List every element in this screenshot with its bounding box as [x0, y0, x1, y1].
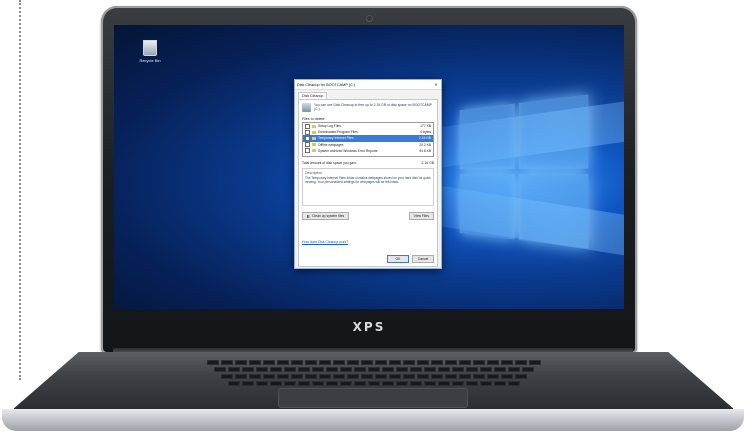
webcam [367, 16, 372, 21]
file-size: 94.8 KB [419, 148, 431, 153]
xps-logo: XPS [352, 320, 386, 334]
recycle-bin-icon [143, 40, 157, 56]
file-name: System archived Windows Error Reports [318, 148, 378, 153]
clean-up-system-files-button[interactable]: Clean up system files [302, 212, 350, 220]
disk-cleanup-dialog: Disk Cleanup for BOOTCAMP (C:) ✕ Disk Cl… [294, 79, 442, 269]
ok-button[interactable]: OK [387, 255, 409, 263]
description-title: Description [305, 171, 322, 175]
dialog-titlebar[interactable]: Disk Cleanup for BOOTCAMP (C:) ✕ [295, 80, 441, 90]
description-text: The Temporary Internet Files folder cont… [305, 176, 431, 184]
laptop-lid: Recycle Bin Disk Cleanup for BOOTCAMP (C… [101, 6, 637, 354]
folder-icon [312, 149, 316, 153]
total-space-row: Total amount of disk space you gain: 2.1… [302, 161, 434, 165]
laptop-screen: Recycle Bin Disk Cleanup for BOOTCAMP (C… [114, 25, 624, 309]
files-list[interactable]: Setup Log Files 177 KB Downloaded Progra… [302, 122, 434, 157]
files-to-delete-label: Files to delete: [302, 117, 326, 121]
total-space-value: 2.16 GB [421, 161, 434, 165]
laptop-base-front-edge [2, 409, 744, 431]
recycle-bin-label: Recycle Bin [139, 58, 161, 63]
folder-icon [312, 130, 316, 134]
file-checkbox[interactable] [305, 148, 310, 154]
cancel-label: Cancel [417, 257, 429, 261]
close-icon[interactable]: ✕ [433, 82, 439, 87]
tab-disk-cleanup[interactable]: Disk Cleanup [298, 92, 328, 99]
folder-icon [312, 136, 316, 140]
file-size: 177 KB [420, 124, 431, 129]
dialog-panel: You can use Disk Cleanup to free up to 2… [298, 99, 438, 267]
shield-icon [307, 214, 310, 218]
list-item[interactable]: System archived Windows Error Reports 94… [303, 148, 433, 154]
folder-icon [312, 143, 316, 147]
file-name: Temporary Internet Files [318, 136, 354, 141]
file-checkbox[interactable] [305, 123, 310, 129]
total-space-label: Total amount of disk space you gain: [302, 161, 357, 165]
view-files-label: View Files [413, 214, 429, 218]
file-size: 0 bytes [420, 130, 431, 135]
folder-icon [312, 124, 316, 128]
file-checkbox[interactable] [305, 142, 310, 148]
dialog-title: Disk Cleanup for BOOTCAMP (C:) [297, 82, 356, 87]
desktop-icon-recycle-bin[interactable]: Recycle Bin [130, 40, 170, 63]
laptop-trackpad [278, 388, 468, 408]
file-size: 2.15 GB [418, 136, 431, 141]
file-checkbox[interactable] [305, 135, 310, 141]
laptop-keyboard [150, 360, 598, 388]
description-group: Description The Temporary Internet Files… [302, 168, 434, 206]
help-link[interactable]: How does Disk Cleanup work? [302, 240, 348, 244]
action-buttons-row: Clean up system files View Files [302, 212, 434, 220]
dialog-footer-buttons: OK Cancel [387, 255, 434, 263]
ok-label: OK [395, 257, 401, 261]
file-size: 20.2 KB [419, 142, 431, 147]
file-name: Setup Log Files [318, 124, 341, 129]
view-files-button[interactable]: View Files [408, 212, 434, 220]
clean-up-system-files-label: Clean up system files [312, 214, 345, 218]
cancel-button[interactable]: Cancel [412, 255, 434, 263]
file-name: Downloaded Program Files [318, 130, 358, 135]
file-checkbox[interactable] [305, 129, 310, 135]
windows-logo-wallpaper [459, 94, 594, 253]
page-divider-dotted-line [19, 0, 21, 380]
disk-cleanup-icon [302, 103, 311, 112]
intro-section: You can use Disk Cleanup to free up to 2… [302, 103, 434, 112]
file-name: Offline webpages [318, 142, 344, 147]
intro-text: You can use Disk Cleanup to free up to 2… [314, 103, 432, 112]
